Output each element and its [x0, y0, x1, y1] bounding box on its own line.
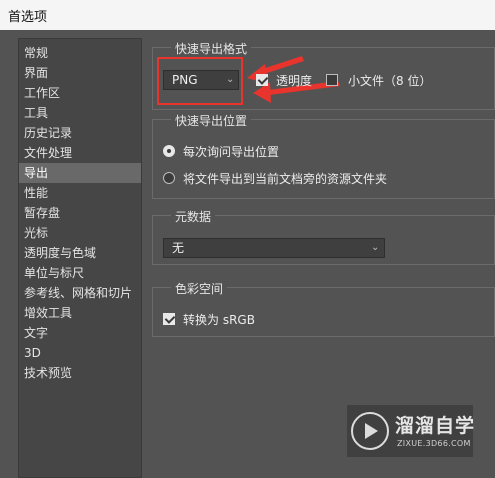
sidebar-item[interactable]: 文件处理	[24, 143, 72, 163]
sidebar-item[interactable]: 暂存盘	[24, 203, 60, 223]
sidebar-item[interactable]: 常规	[24, 43, 48, 63]
window-title: 首选项	[8, 10, 48, 25]
chevron-down-icon: ⌄	[371, 242, 380, 253]
sidebar-item[interactable]: 参考线、网格和切片	[24, 283, 132, 303]
quick-export-location-legend: 快速导出位置	[171, 112, 252, 129]
metadata-select[interactable]: 无 ⌄	[163, 238, 385, 258]
sidebar-item[interactable]: 界面	[24, 63, 48, 83]
watermark-site: ZIXUE.3D66.COM	[397, 439, 471, 448]
sidebar-item[interactable]: 历史记录	[24, 123, 72, 143]
highlight-box	[157, 57, 243, 105]
convert-srgb-checkbox[interactable]	[163, 313, 175, 325]
sidebar-item[interactable]: 性能	[24, 183, 48, 203]
title-bar: 首选项	[0, 0, 495, 30]
sidebar-item[interactable]: 工作区	[24, 83, 60, 103]
play-logo-icon	[351, 412, 389, 450]
color-space-legend: 色彩空间	[171, 280, 228, 297]
sidebar-item[interactable]: 3D	[24, 343, 41, 363]
small-file-checkbox[interactable]	[326, 74, 338, 86]
small-file-label: 小文件（8 位）	[348, 74, 432, 88]
sidebar-item[interactable]: 文字	[24, 323, 48, 343]
ask-location-label: 每次询问导出位置	[183, 145, 280, 159]
export-next-to-doc-label: 将文件导出到当前文档旁的资源文件夹	[183, 172, 388, 186]
sidebar-item[interactable]: 透明度与色域	[24, 243, 96, 263]
metadata-legend: 元数据	[171, 208, 216, 225]
ask-location-radio[interactable]	[163, 145, 175, 157]
sidebar-item[interactable]: 导出	[19, 163, 141, 183]
watermark: 溜溜自学 ZIXUE.3D66.COM	[347, 405, 476, 457]
export-next-to-doc-radio[interactable]	[163, 172, 175, 184]
transparency-label: 透明度	[276, 74, 313, 88]
sidebar-item[interactable]: 技术预览	[24, 363, 72, 383]
quick-export-format-legend: 快速导出格式	[171, 40, 252, 57]
convert-srgb-label: 转换为 sRGB	[183, 313, 255, 327]
sidebar-item[interactable]: 工具	[24, 103, 48, 123]
watermark-brand: 溜溜自学	[395, 415, 476, 437]
metadata-select-value: 无	[172, 241, 185, 255]
sidebar-item[interactable]: 光标	[24, 223, 48, 243]
sidebar-item[interactable]: 增效工具	[24, 303, 72, 323]
sidebar: 常规 界面 工作区 工具 历史记录 文件处理 导出 性能 暂存盘 光标 透明度与色域 单位与标尺 参考线…	[18, 38, 142, 478]
sidebar-item[interactable]: 单位与标尺	[24, 263, 84, 283]
transparency-checkbox[interactable]	[256, 74, 268, 86]
